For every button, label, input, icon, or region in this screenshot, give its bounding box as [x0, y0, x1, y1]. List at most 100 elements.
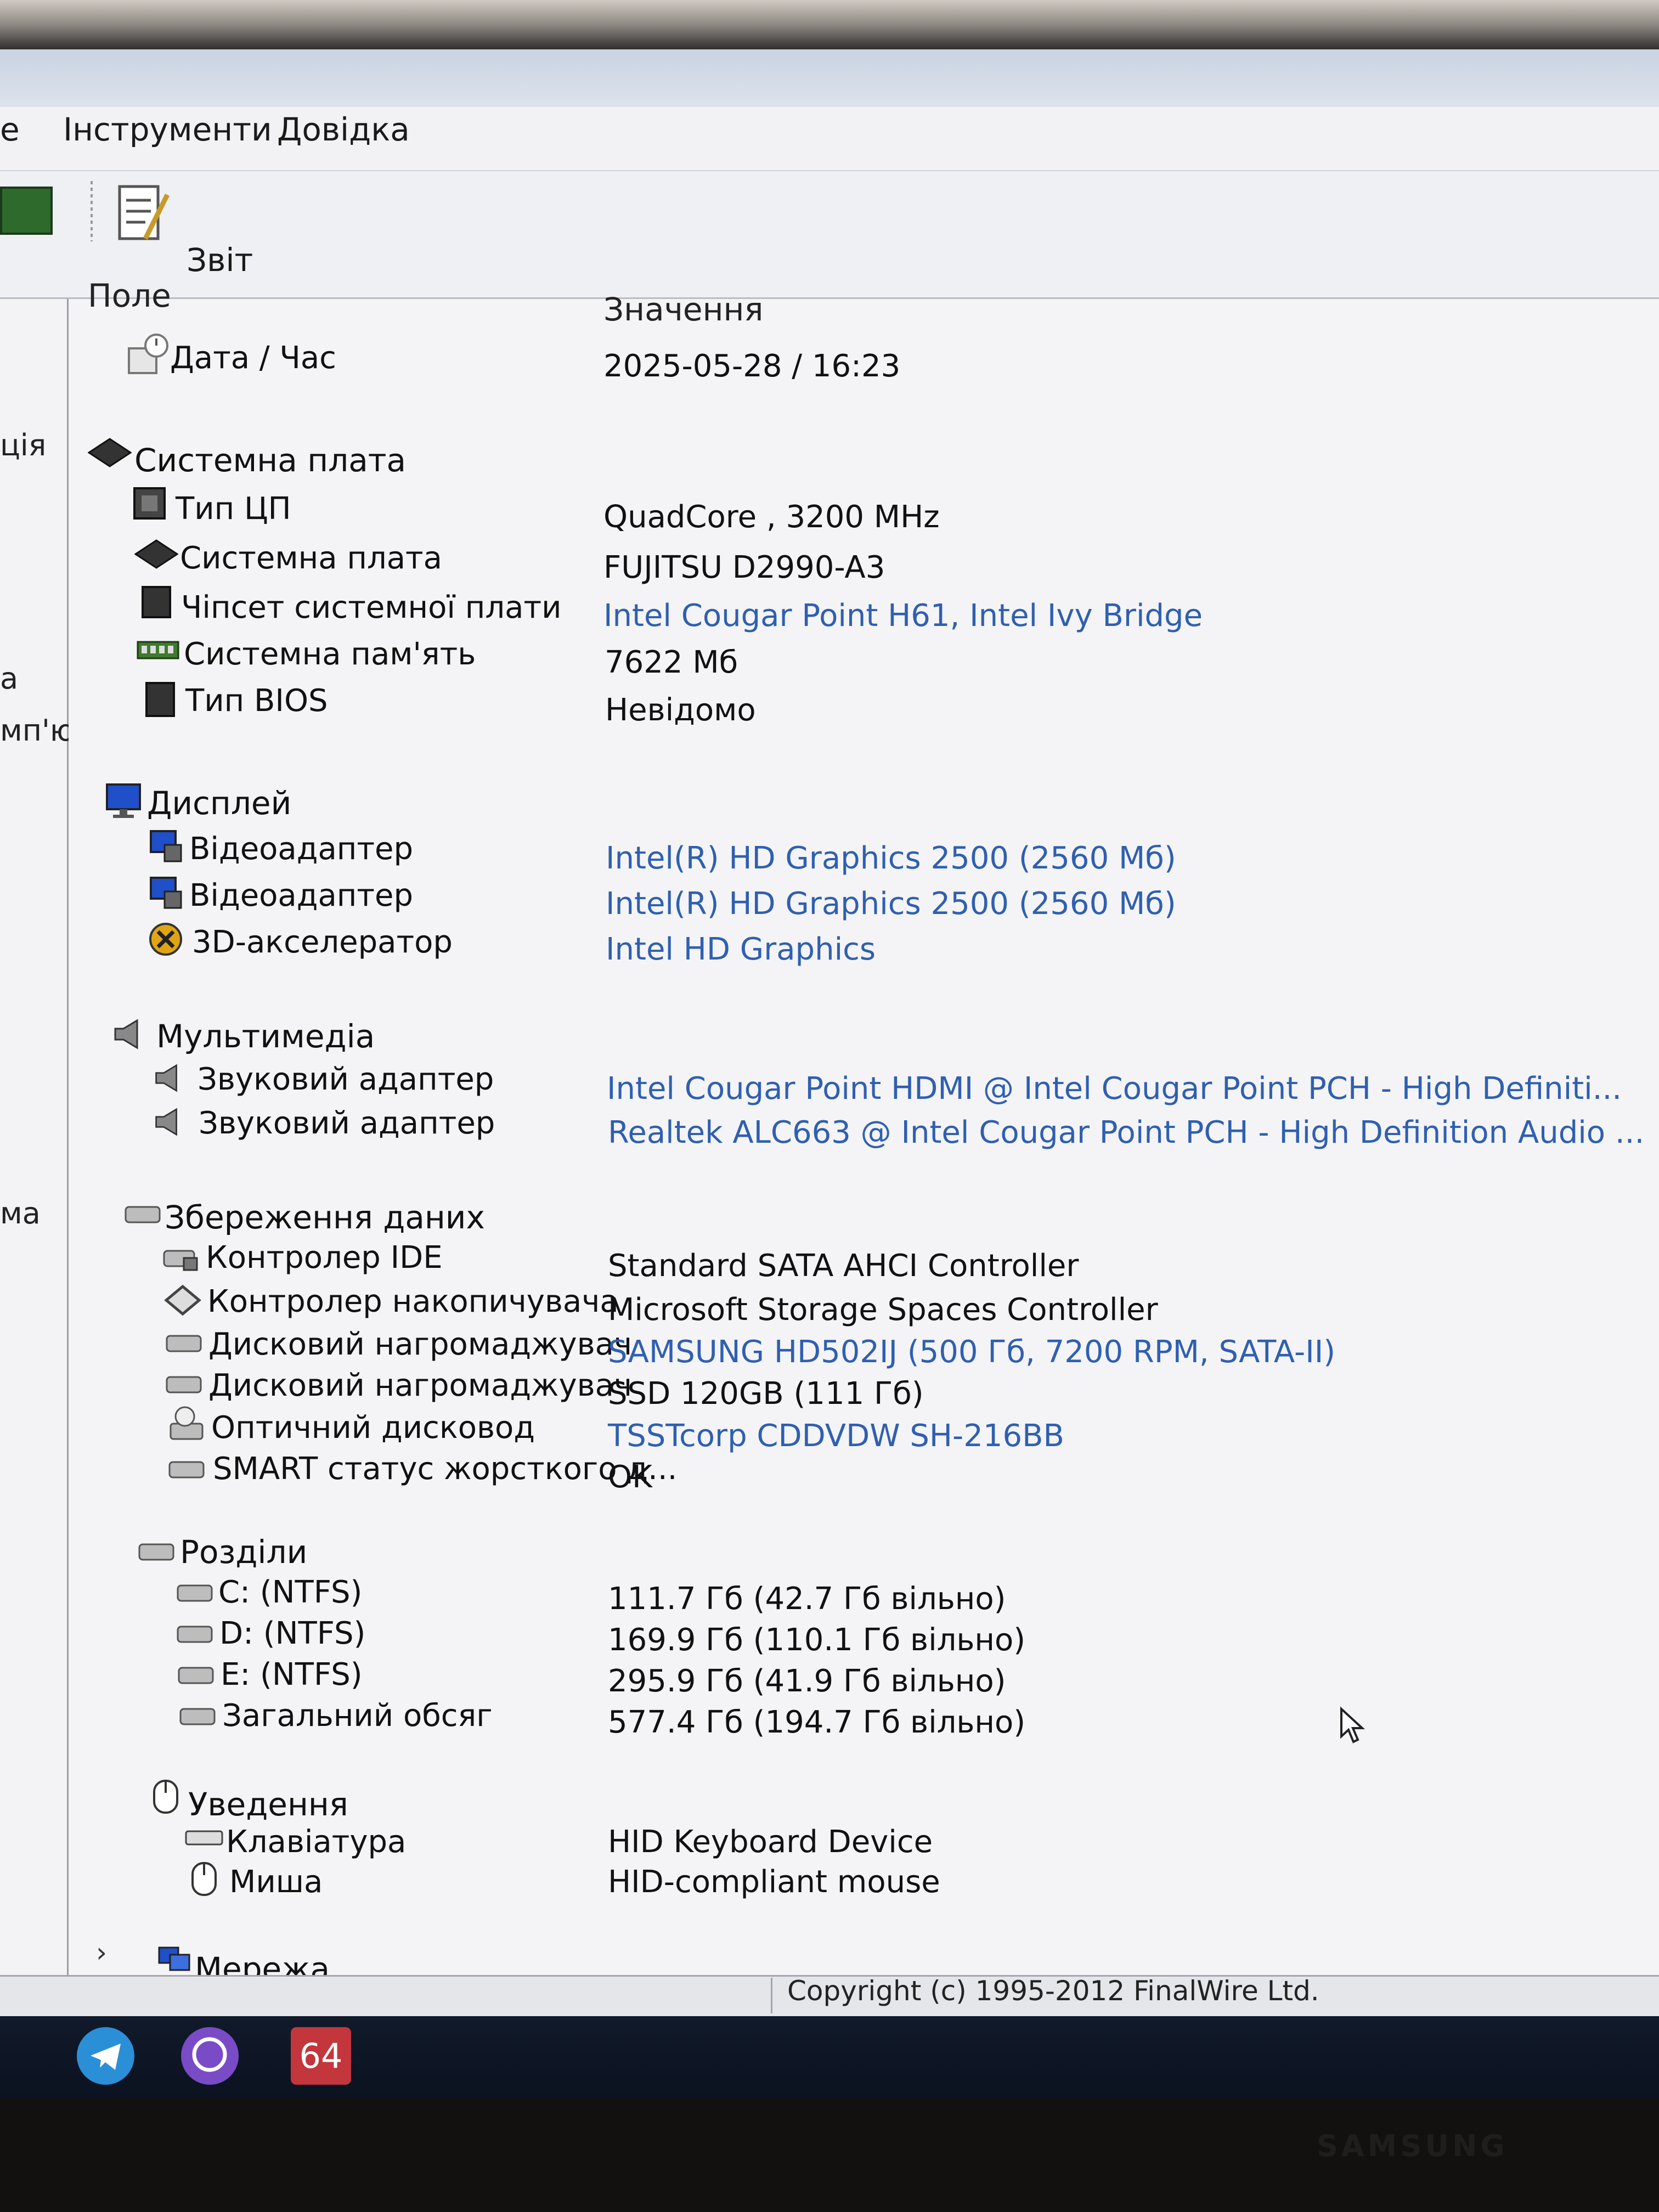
row-value: QuadCore , 3200 MHz [603, 499, 940, 535]
storage-controller-icon [164, 1284, 201, 1316]
partition-icon [138, 1543, 174, 1561]
mouse-icon [153, 1780, 178, 1814]
row-value-link[interactable]: Intel HD Graphics [606, 932, 876, 967]
status-divider [771, 1978, 772, 2013]
row-value-link[interactable]: Intel(R) HD Graphics 2500 (2560 Мб) [606, 840, 1176, 876]
row-label: Звуковий адаптер [198, 1062, 494, 1097]
partition-icon [179, 1708, 216, 1725]
datetime-value: 2025-05-28 / 16:23 [603, 348, 901, 384]
motherboard-chip-icon[interactable] [0, 187, 53, 235]
speaker-icon [155, 1064, 177, 1092]
row-value: HID-compliant mouse [608, 1864, 940, 1900]
left-fragment[interactable]: ма [0, 1196, 41, 1231]
row-label: E: (NTFS) [221, 1657, 363, 1692]
row-label: D: (NTFS) [219, 1616, 366, 1651]
column-header-value[interactable]: Значення [603, 291, 763, 328]
viber-icon[interactable] [181, 2027, 239, 2085]
datetime-label: Дата / Час [170, 340, 336, 376]
section-partitions[interactable]: Розділи [180, 1533, 307, 1571]
section-multimedia[interactable]: Мультимедіа [156, 1018, 375, 1055]
row-label: Системна плата [180, 540, 442, 576]
row-label: Тип BIOS [185, 683, 328, 719]
row-value-link[interactable]: TSSTcorp CDDVDW SH-216BB [608, 1418, 1064, 1454]
menu-tools[interactable]: Інструменти [63, 111, 272, 148]
row-value-link[interactable]: Intel Cougar Point HDMI @ Intel Cougar P… [607, 1071, 1622, 1107]
left-navigation-panel[interactable] [0, 299, 69, 2027]
left-fragment[interactable]: ція [0, 428, 46, 462]
row-value: 169.9 Гб (110.1 Гб вільно) [608, 1622, 1026, 1658]
memory-module-icon [137, 641, 179, 659]
monitor-brand-logo: SAMSUNG [1317, 2129, 1508, 2163]
row-value: Standard SATA AHCI Controller [608, 1248, 1079, 1284]
row-value-link[interactable]: Intel(R) HD Graphics 2500 (2560 Мб) [606, 886, 1176, 922]
row-label: Чіпсет системної плати [181, 590, 562, 625]
partition-icon [178, 1667, 214, 1684]
row-value: 577.4 Гб (194.7 Гб вільно) [608, 1705, 1026, 1740]
report-button-label[interactable]: Звіт [187, 241, 253, 279]
monitor-bezel-top [0, 0, 1659, 55]
hard-drive-icon [125, 1206, 161, 1223]
row-value: OK [608, 1459, 652, 1495]
row-value: HID Keyboard Device [608, 1824, 933, 1860]
row-label: C: (NTFS) [218, 1575, 363, 1610]
row-label: Відеоадаптер [189, 831, 413, 867]
mouse-cursor-icon [1340, 1706, 1365, 1743]
row-value-link[interactable]: Intel Cougar Point H61, Intel Ivy Bridge [603, 598, 1203, 634]
row-value: SSD 120GB (111 Гб) [608, 1376, 924, 1412]
row-label: Контролер IDE [206, 1240, 443, 1276]
report-icon[interactable] [115, 181, 170, 247]
row-label: Оптичний дисковод [211, 1410, 535, 1446]
hard-drive-icon [166, 1376, 202, 1393]
scroll-left-arrow-icon[interactable]: › [96, 1937, 107, 1968]
ide-controller-icon [163, 1250, 198, 1271]
section-network[interactable]: Мережа [195, 1950, 330, 1978]
network-icon [158, 1946, 190, 1971]
row-value: 7622 Мб [605, 645, 738, 680]
hard-drive-icon [168, 1461, 205, 1479]
3d-accelerator-icon [149, 923, 182, 956]
row-label: Дисковий нагромаджувач [208, 1368, 633, 1403]
video-adapter-icon [150, 830, 182, 862]
section-motherboard[interactable]: Системна плата [134, 442, 406, 479]
chipset-icon [142, 586, 171, 618]
speaker-icon [114, 1019, 138, 1049]
row-value: 295.9 Гб (41.9 Гб вільно) [608, 1663, 1006, 1699]
partition-icon [177, 1626, 213, 1643]
row-label: Клавіатура [226, 1824, 407, 1860]
row-value: Невідомо [605, 692, 756, 728]
toolbar-separator [91, 181, 93, 241]
menu-partial[interactable]: е [0, 111, 20, 148]
column-header-field[interactable]: Поле [88, 277, 171, 314]
section-storage[interactable]: Збереження даних [165, 1199, 485, 1236]
cpu-icon [133, 487, 166, 520]
row-label: 3D-акселератор [192, 924, 453, 960]
row-value: 111.7 Гб (42.7 Гб вільно) [608, 1581, 1006, 1617]
bios-chip-icon [145, 682, 175, 717]
row-value: FUJITSU D2990-A3 [603, 550, 885, 585]
row-label: Тип ЦП [176, 491, 291, 527]
keyboard-icon [185, 1830, 223, 1846]
monitor-icon [106, 783, 141, 818]
row-label: Системна пам'ять [184, 636, 476, 672]
left-fragment[interactable]: а [0, 661, 18, 696]
motherboard-icon [134, 539, 178, 569]
copyright-text: Copyright (c) 1995-2012 FinalWire Ltd. [787, 1975, 1319, 2007]
screen: е Інструменти Довідка Звіт ція а мп'ют м… [0, 49, 1659, 2134]
optical-drive-icon [170, 1406, 204, 1440]
telegram-icon[interactable] [77, 2027, 134, 2085]
row-label: Миша [229, 1864, 323, 1900]
aida64-taskbar-button[interactable]: 64 [291, 2027, 351, 2085]
mouse-icon [191, 1862, 217, 1896]
menu-help[interactable]: Довідка [277, 111, 410, 148]
section-input[interactable]: Уведення [188, 1786, 348, 1823]
row-label: Загальний обсяг [222, 1698, 493, 1734]
calendar-clock-icon [128, 334, 168, 374]
toolbar [0, 171, 1659, 299]
row-value: Microsoft Storage Spaces Controller [608, 1292, 1158, 1328]
row-value-link[interactable]: Realtek ALC663 @ Intel Cougar Point PCH … [608, 1115, 1644, 1150]
partition-icon [177, 1584, 213, 1602]
taskbar [0, 2016, 1659, 2098]
window-titlebar [0, 49, 1659, 107]
row-value-link[interactable]: SAMSUNG HD502IJ (500 Гб, 7200 RPM, SATA-… [608, 1334, 1335, 1370]
section-display[interactable]: Дисплей [147, 785, 291, 822]
